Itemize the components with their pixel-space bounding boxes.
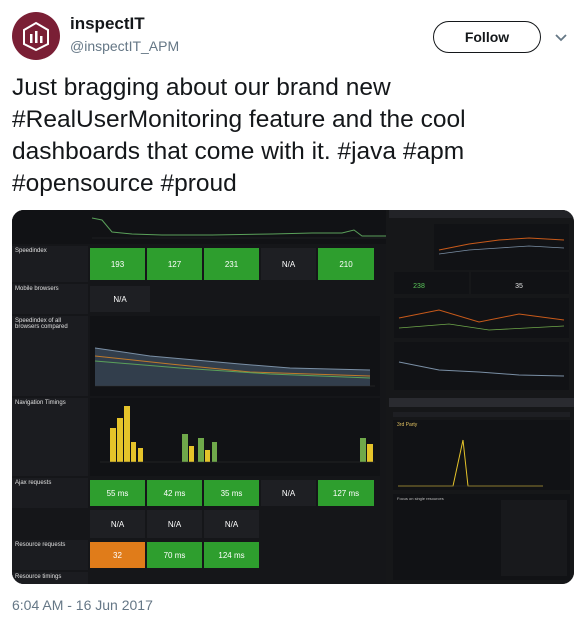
stat-value: N/A	[110, 519, 125, 529]
stat-tile[interactable]: 193	[90, 248, 145, 280]
stat-tile[interactable]: 32	[90, 542, 145, 568]
row-title: Resource timings	[15, 574, 62, 580]
row-title: Resource requests	[15, 542, 66, 548]
stat-tile[interactable]: 70 ms	[147, 542, 202, 568]
tweet-line: Just bragging about our brand new	[12, 74, 391, 101]
stat-tile[interactable]: 55 ms	[90, 480, 145, 506]
stat-tile[interactable]: N/A	[204, 510, 259, 538]
tweet-timestamp[interactable]: 6:04 AM - 16 Jun 2017	[12, 597, 153, 613]
row-title: Speedindex	[15, 248, 47, 254]
nav-bar-chart	[100, 406, 375, 463]
stat-value: N/A	[281, 488, 296, 498]
row-title: Ajax requests	[15, 480, 52, 486]
stat-tile[interactable]: N/A	[261, 480, 316, 506]
stat-tile[interactable]: 35 ms	[204, 480, 259, 506]
stat-tile[interactable]: N/A	[261, 248, 316, 280]
stat-tile[interactable]: N/A	[90, 510, 145, 538]
third-party-panel: 3rd Party	[393, 420, 570, 490]
row-label-resource-timings: Resource timings	[12, 572, 88, 584]
stat-value: 127	[167, 259, 182, 269]
account-handle[interactable]: @inspectIT_APM	[70, 38, 179, 54]
stat-value: N/A	[281, 259, 296, 269]
row-title: Mobile browsers	[15, 286, 59, 292]
stat-tile[interactable]: N/A	[90, 286, 150, 312]
single-resources-panel: Focus on single resources	[393, 494, 570, 580]
tweet-line: #RealUserMonitoring feature and the cool	[12, 106, 466, 133]
stat-value: 231	[224, 259, 239, 269]
follow-button[interactable]: Follow	[433, 21, 541, 53]
stat-value: 42 ms	[163, 488, 186, 498]
row-label-compare: Speedindex of all browsers compared	[12, 316, 88, 396]
stat-tile[interactable]: 42 ms	[147, 480, 202, 506]
tweet-media[interactable]: Speedindex 193 127 231 N/A 210 Mobile br…	[12, 210, 574, 584]
stat-value: 55 ms	[106, 488, 129, 498]
nav-chart	[90, 398, 380, 476]
stat-value: N/A	[224, 519, 239, 529]
top-chart	[12, 210, 386, 244]
stat-value: N/A	[167, 519, 182, 529]
top-line-chart	[91, 217, 386, 239]
third-party-chart	[398, 439, 543, 487]
chevron-down-icon[interactable]	[552, 28, 570, 46]
account-names: inspectIT @inspectIT_APM	[70, 14, 179, 54]
stat-value: 210	[339, 259, 353, 269]
right-stat: 35	[515, 282, 523, 290]
row-title: Speedindex of all browsers compared	[15, 318, 68, 330]
row-label-resource: Resource requests	[12, 540, 88, 570]
tweet-line: dashboards that come with it. #java #apm	[12, 138, 465, 165]
inspectit-logo-icon	[23, 21, 49, 51]
panel-title: Focus on single resources	[397, 496, 444, 501]
stat-value: 124 ms	[218, 550, 245, 560]
tweet-line: #opensource #proud	[12, 170, 237, 197]
stat-value: 70 ms	[163, 550, 186, 560]
stat-value: 32	[113, 550, 122, 560]
right-top-charts	[394, 224, 569, 390]
stat-tile[interactable]: 127	[147, 248, 202, 280]
row-label-mobile: Mobile browsers	[12, 284, 88, 314]
stat-value: 193	[110, 259, 125, 269]
tweet-text: Just bragging about our brand new #RealU…	[12, 72, 574, 200]
tweet-header: inspectIT @inspectIT_APM Follow	[12, 12, 574, 62]
stat-tile[interactable]: N/A	[147, 510, 202, 538]
stat-value: N/A	[113, 294, 127, 304]
dashboard-screenshot-left[interactable]: Speedindex 193 127 231 N/A 210 Mobile br…	[12, 210, 386, 584]
row-title: Navigation Timings	[15, 400, 66, 406]
row-label-speedindex: Speedindex	[12, 246, 88, 282]
row-label-ajax: Ajax requests	[12, 478, 88, 508]
dashboard-screenshot-right-bottom[interactable]: 3rd Party Focus on single resources	[389, 398, 574, 584]
resource-table	[501, 500, 567, 576]
compare-area-chart	[94, 347, 375, 387]
browser-tabbar	[389, 398, 574, 407]
stat-tile[interactable]: 210	[318, 248, 374, 280]
avatar[interactable]	[12, 12, 60, 60]
right-stat: 238	[413, 282, 425, 290]
compare-chart	[90, 316, 380, 396]
stat-tile[interactable]: 127 ms	[318, 480, 374, 506]
dashboard-screenshot-right-top[interactable]: 238 35	[389, 210, 574, 395]
stat-value: 127 ms	[332, 488, 360, 498]
row-label-nav: Navigation Timings	[12, 398, 88, 476]
stat-value: 35 ms	[220, 488, 243, 498]
tab-strip	[393, 412, 570, 417]
display-name[interactable]: inspectIT	[70, 14, 179, 34]
stat-tile[interactable]: 231	[204, 248, 259, 280]
stat-tile[interactable]: 124 ms	[204, 542, 259, 568]
